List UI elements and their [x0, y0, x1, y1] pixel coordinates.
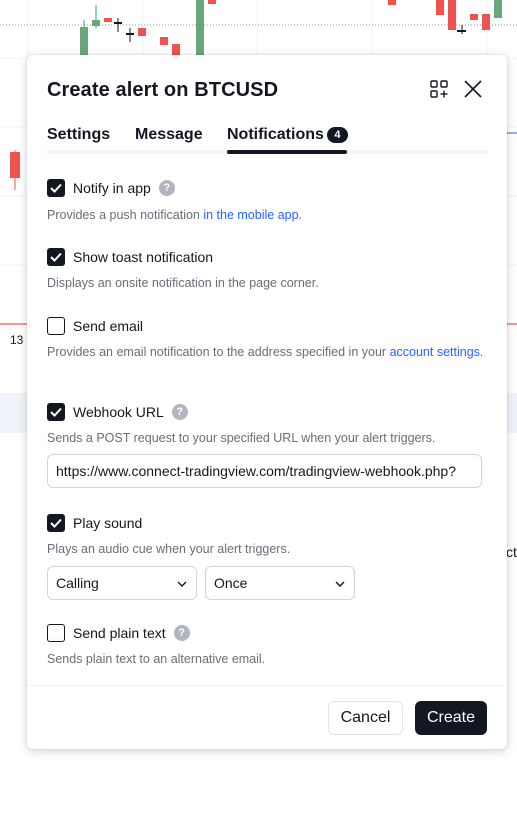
repeat-select-value: Once [214, 575, 248, 591]
tab-settings[interactable]: Settings [47, 125, 110, 147]
notify-app-label: Notify in app [73, 180, 151, 196]
close-button[interactable] [459, 75, 487, 103]
email-desc-suffix: . [479, 345, 484, 359]
notify-app-checkbox[interactable] [47, 179, 65, 197]
layout-button[interactable] [425, 75, 453, 103]
check-icon [50, 518, 62, 528]
plain-text-description: Sends plain text to an alternative email… [47, 652, 266, 666]
notify-app-desc-suffix: . [298, 208, 303, 222]
active-tab-indicator [227, 150, 347, 154]
sound-select[interactable]: Calling [47, 566, 197, 600]
sound-select-value: Calling [56, 575, 99, 591]
dialog-title: Create alert on BTCUSD [47, 79, 279, 101]
check-icon [50, 252, 62, 262]
create-alert-dialog: Create alert on BTCUSD Settings Message … [27, 55, 507, 749]
tab-notifications-label: Notifications [227, 126, 324, 143]
chevron-down-icon [335, 581, 345, 587]
tab-message[interactable]: Message [135, 125, 203, 147]
repeat-select[interactable]: Once [205, 566, 355, 600]
help-icon[interactable]: ? [173, 625, 190, 641]
webhook-option: Webhook URL ? [47, 402, 188, 422]
plain-text-checkbox[interactable] [47, 624, 65, 642]
tab-notifications[interactable]: Notifications 4 [227, 125, 348, 147]
chevron-down-icon [177, 581, 187, 587]
mobile-app-link[interactable]: in the mobile app [203, 208, 298, 222]
check-icon [50, 407, 62, 417]
tab-bar: Settings Message Notifications 4 [47, 125, 487, 155]
add-widget-icon [430, 80, 448, 98]
webhook-checkbox[interactable] [47, 403, 65, 421]
sound-checkbox[interactable] [47, 514, 65, 532]
check-icon [50, 183, 62, 193]
notify-app-description: Provides a push notification in the mobi… [47, 206, 487, 224]
side-label: ct [506, 544, 517, 560]
webhook-description: Sends a POST request to your specified U… [47, 431, 436, 445]
notify-app-desc-text: Provides a push notification [47, 208, 204, 222]
toast-option: Show toast notification [47, 247, 213, 267]
help-icon[interactable]: ? [158, 180, 175, 196]
toast-label: Show toast notification [73, 249, 214, 265]
footer-divider [27, 685, 507, 686]
sound-option: Play sound [47, 513, 142, 533]
time-axis-label: 13 [10, 333, 24, 347]
account-settings-link[interactable]: account settings [390, 345, 480, 359]
close-icon [464, 80, 482, 98]
help-icon[interactable]: ? [171, 404, 188, 420]
sound-description: Plays an audio cue when your alert trigg… [47, 542, 291, 556]
plain-text-option: Send plain text ? [47, 623, 190, 643]
email-label: Send email [73, 318, 144, 334]
webhook-url-input[interactable] [47, 454, 482, 488]
plain-text-label: Send plain text [73, 625, 166, 641]
email-description: Provides an email notification to the ad… [47, 343, 487, 361]
webhook-label: Webhook URL [73, 404, 164, 420]
toast-checkbox[interactable] [47, 248, 65, 266]
create-button[interactable]: Create [415, 701, 487, 735]
sound-label: Play sound [73, 515, 143, 531]
cancel-button[interactable]: Cancel [328, 701, 403, 735]
email-checkbox[interactable] [47, 317, 65, 335]
notifications-count-badge: 4 [326, 127, 348, 143]
email-option: Send email [47, 316, 143, 336]
email-desc-text: Provides an email notification to the ad… [47, 345, 390, 359]
notify-app-option: Notify in app ? [47, 178, 175, 198]
toast-description: Displays an onsite notification in the p… [47, 276, 319, 290]
